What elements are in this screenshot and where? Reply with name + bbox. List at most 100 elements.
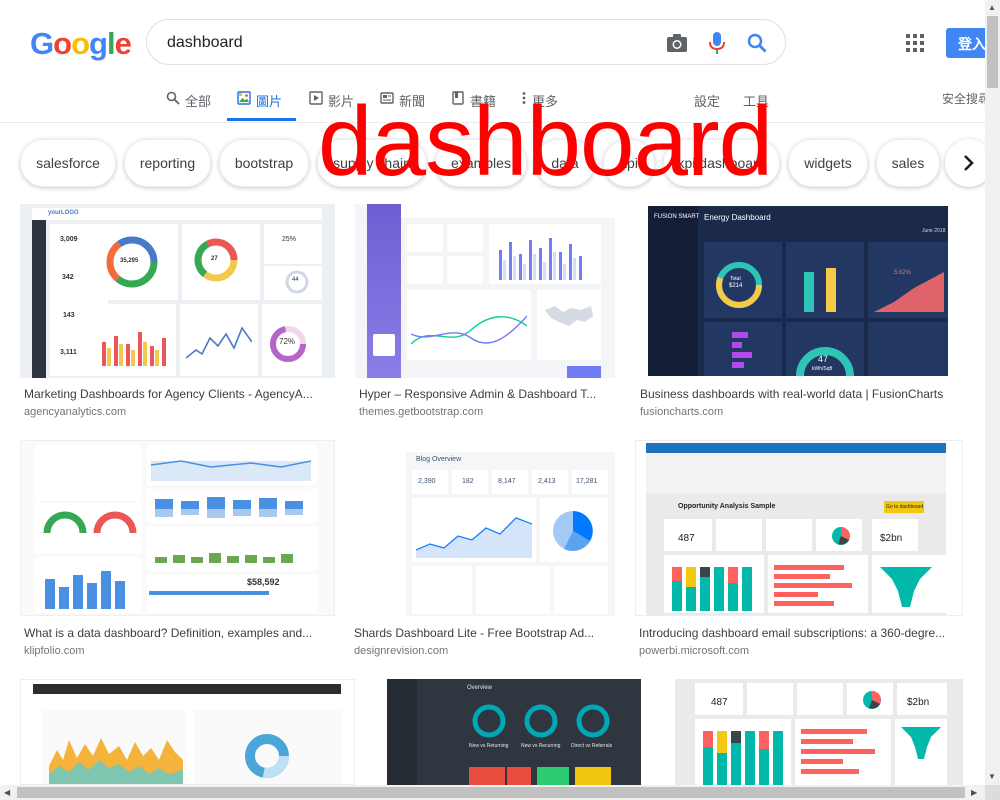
- tab-label: 圖片: [256, 94, 283, 109]
- tab-label: 更多: [532, 94, 559, 109]
- related-chip[interactable]: salesforce: [20, 139, 116, 187]
- related-chip[interactable]: sales: [876, 139, 940, 187]
- result-thumbnail: Opportunity Analysis Sample Go to dashbo…: [635, 440, 963, 616]
- news-icon: [380, 92, 394, 104]
- logo-letter: o: [53, 26, 72, 61]
- scroll-left-arrow-icon[interactable]: ◀: [4, 788, 10, 797]
- thumb-metric: 8,147: [498, 478, 516, 485]
- more-vert-icon: [522, 92, 526, 104]
- related-chip[interactable]: reporting: [124, 139, 211, 187]
- thumb-metric: 182: [462, 478, 474, 485]
- result-title: Hyper – Responsive Admin & Dashboard T..…: [359, 387, 597, 401]
- image-result[interactable]: FUSION SMART Energy Dashboard June 2018 …: [636, 204, 966, 419]
- thumb-metric: 3,111: [60, 349, 77, 356]
- horizontal-scrollbar-thumb[interactable]: [17, 787, 965, 798]
- video-icon: [309, 91, 323, 105]
- search-icon: [166, 91, 180, 105]
- related-chip[interactable]: kpi: [603, 139, 655, 187]
- thumb-title: Energy Dashboard: [704, 213, 771, 222]
- image-result[interactable]: 487 $2bn: [675, 679, 965, 785]
- thumb-metric: 487: [711, 697, 728, 708]
- image-result[interactable]: Hyper – Responsive Admin & Dashboard T..…: [355, 204, 615, 419]
- image-icon: [237, 91, 251, 105]
- tab-videos[interactable]: 影片: [309, 88, 354, 122]
- logo-letter: l: [106, 26, 116, 61]
- image-result[interactable]: $58,592 What is a data dashboard? Defini…: [20, 440, 335, 660]
- thumb-label: New vs Returning: [469, 743, 509, 749]
- tab-label: 新聞: [399, 94, 426, 109]
- result-source: fusioncharts.com: [640, 406, 724, 418]
- tab-label: 影片: [328, 94, 355, 109]
- scrollbar-corner: [985, 785, 1000, 800]
- scroll-down-arrow-icon[interactable]: ▼: [988, 772, 996, 781]
- google-images-page: Google 登入 全部 圖片 影片 新聞: [0, 0, 1000, 800]
- image-result[interactable]: Blog Overview 2,390 182 8,147 2,413 17,2…: [350, 440, 615, 660]
- apps-grid-icon[interactable]: [906, 34, 924, 52]
- result-title: Shards Dashboard Lite - Free Bootstrap A…: [354, 626, 595, 640]
- image-result[interactable]: yourLOGO 3,009 342 143 3,111 35,295 27 2…: [20, 204, 335, 419]
- related-chip[interactable]: supply chain: [317, 139, 427, 187]
- related-chip[interactable]: data: [535, 139, 595, 187]
- thumb-metric: 25%: [282, 236, 297, 243]
- settings-link[interactable]: 設定: [694, 91, 720, 110]
- related-chip[interactable]: widgets: [788, 139, 868, 187]
- google-logo[interactable]: Google: [30, 26, 132, 62]
- image-result[interactable]: Opportunity Analysis Sample Go to dashbo…: [635, 440, 965, 660]
- result-source: klipfolio.com: [24, 645, 85, 657]
- scroll-up-arrow-icon[interactable]: ▲: [988, 3, 996, 12]
- search-icon[interactable]: [745, 31, 769, 55]
- image-result[interactable]: [20, 679, 355, 785]
- thumb-metric: 72%: [279, 337, 296, 346]
- image-result[interactable]: Overview New vs Returning New vs Recurri…: [375, 679, 655, 785]
- tab-news[interactable]: 新聞: [380, 88, 425, 122]
- result-title: Business dashboards with real-world data…: [640, 387, 944, 401]
- chevron-right-icon: [964, 155, 974, 171]
- thumb-metric: $2bn: [880, 533, 903, 544]
- thumb-gauge-unit: kWh/Sqft: [812, 366, 833, 372]
- mic-icon[interactable]: [705, 31, 729, 55]
- search-input[interactable]: [167, 32, 647, 54]
- related-chip[interactable]: examples: [435, 139, 527, 187]
- tab-label: 全部: [185, 94, 212, 109]
- result-thumbnail: FUSION SMART Energy Dashboard June 2018 …: [648, 206, 948, 376]
- thumb-metric: 2,390: [418, 478, 436, 485]
- tab-images[interactable]: 圖片: [237, 88, 282, 122]
- thumb-donut-label: 27: [211, 256, 218, 262]
- vertical-scrollbar[interactable]: [985, 0, 1000, 785]
- thumb-donut-label: 35,295: [120, 258, 139, 264]
- thumb-title: Overview: [467, 685, 493, 691]
- result-thumbnail: [355, 204, 615, 378]
- header-divider: [0, 122, 985, 123]
- result-source: powerbi.microsoft.com: [639, 645, 750, 657]
- thumb-label: Total: [730, 276, 741, 282]
- related-chip[interactable]: bootstrap: [219, 139, 309, 187]
- thumb-gauge: 47: [818, 354, 829, 364]
- tab-all[interactable]: 全部: [166, 88, 211, 122]
- tools-link[interactable]: 工具: [743, 91, 769, 110]
- vertical-scrollbar-thumb[interactable]: [987, 16, 998, 88]
- safe-search-link[interactable]: 安全搜尋: [942, 90, 990, 107]
- result-source: designrevision.com: [354, 645, 449, 657]
- result-source: themes.getbootstrap.com: [359, 406, 484, 418]
- logo-letter: G: [30, 26, 54, 61]
- result-thumbnail: 487 $2bn: [675, 679, 963, 785]
- tab-books[interactable]: 書籍: [451, 88, 496, 122]
- thumb-metric: $58,592: [247, 577, 280, 587]
- camera-icon[interactable]: [665, 31, 689, 55]
- tab-more[interactable]: 更多: [521, 88, 558, 122]
- result-title: What is a data dashboard? Definition, ex…: [24, 626, 313, 640]
- thumb-label: New vs Recurring: [521, 743, 561, 749]
- result-thumbnail: [20, 679, 355, 785]
- related-chip[interactable]: kpi dashboard: [663, 139, 780, 187]
- thumb-title: Opportunity Analysis Sample: [678, 503, 776, 510]
- result-thumbnail: Blog Overview 2,390 182 8,147 2,413 17,2…: [350, 440, 615, 616]
- result-thumbnail: yourLOGO 3,009 342 143 3,111 35,295 27 2…: [20, 204, 335, 378]
- scroll-right-arrow-icon[interactable]: ▶: [971, 788, 977, 797]
- thumb-metric: 17,281: [576, 478, 598, 485]
- logo-letter: o: [71, 26, 90, 61]
- thumb-metric: $2bn: [907, 697, 930, 708]
- book-icon: [452, 91, 464, 105]
- thumb-metric: 2,413: [538, 478, 556, 485]
- result-thumbnail: Overview New vs Returning New vs Recurri…: [387, 679, 641, 785]
- thumb-logo-text: yourLOGO: [48, 210, 79, 216]
